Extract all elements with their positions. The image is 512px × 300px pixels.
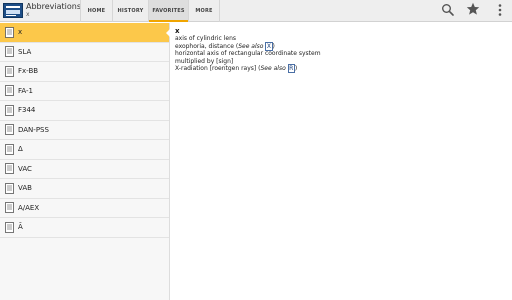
app-title: Abbreviations (26, 2, 82, 11)
selection-pointer (166, 27, 172, 39)
list-item-label: x (18, 28, 23, 37)
document-icon (5, 26, 14, 38)
document-icon (5, 221, 14, 233)
document-icon (5, 46, 14, 58)
list-item[interactable]: VAC (0, 160, 169, 179)
tab-home[interactable]: HOME (80, 0, 112, 22)
list-item-label: DAN-PSS (18, 125, 49, 134)
list-item[interactable]: VAB (0, 179, 169, 199)
list-item-label: Fx-BB (18, 67, 39, 76)
list-item[interactable]: SLA (0, 43, 169, 62)
tab-more[interactable]: MORE (188, 0, 220, 22)
list-item-label: VAC (18, 164, 32, 173)
definition-line: exophoria, distance (See also X) (175, 41, 275, 51)
list-item-label: Ā (18, 223, 23, 232)
document-icon (5, 65, 14, 77)
document-icon (5, 124, 14, 136)
document-icon (5, 85, 14, 97)
app-subtitle: x (26, 11, 30, 18)
tab-bar: HOME HISTORY FAVORITES MORE (80, 0, 220, 22)
abbreviation-list: x SLA Fx-BB FA-1 F344 DAN-PSS Δ VAC VAB … (0, 23, 170, 300)
document-icon (5, 202, 14, 214)
list-item-label: SLA (18, 47, 32, 56)
list-item[interactable]: Fx-BB (0, 62, 169, 82)
list-item[interactable]: Ā (0, 218, 169, 238)
tab-history[interactable]: HISTORY (112, 0, 148, 22)
document-icon (5, 104, 14, 116)
action-bar: Abbreviations x HOME HISTORY FAVORITES M… (0, 0, 512, 22)
document-icon (5, 143, 14, 155)
see-also-label: See also (260, 65, 286, 73)
entry-detail: x axis of cylindric lens exophoria, dist… (175, 27, 505, 74)
list-item[interactable]: Δ (0, 140, 169, 160)
definition-line: horizontal axis of rectangular coordinat… (175, 50, 321, 58)
tab-favorites[interactable]: FAVORITES (148, 0, 188, 22)
definition-line: X-radiation [roentgen rays] (See also R) (175, 64, 298, 74)
document-icon (5, 163, 14, 175)
list-item-label: F344 (18, 106, 36, 115)
search-icon[interactable] (441, 3, 455, 17)
document-icon (5, 182, 14, 194)
list-item[interactable]: FA-1 (0, 82, 169, 101)
list-item-label: FA-1 (18, 86, 33, 95)
app-logo-icon[interactable] (3, 3, 23, 18)
definition-line: axis of cylindric lens (175, 35, 237, 42)
cross-reference-link[interactable]: R (287, 64, 295, 74)
list-item[interactable]: x (0, 23, 169, 43)
list-item-label: A/AEX (18, 203, 40, 212)
entry-term: x (175, 27, 180, 35)
list-item[interactable]: DAN-PSS (0, 121, 169, 140)
list-item-label: Δ (18, 145, 23, 154)
star-icon[interactable] (466, 2, 480, 16)
list-item[interactable]: F344 (0, 101, 169, 121)
list-item[interactable]: A/AEX (0, 199, 169, 218)
overflow-menu-icon[interactable] (493, 3, 507, 17)
see-also-label: See also (238, 42, 264, 50)
list-item-label: VAB (18, 184, 32, 193)
